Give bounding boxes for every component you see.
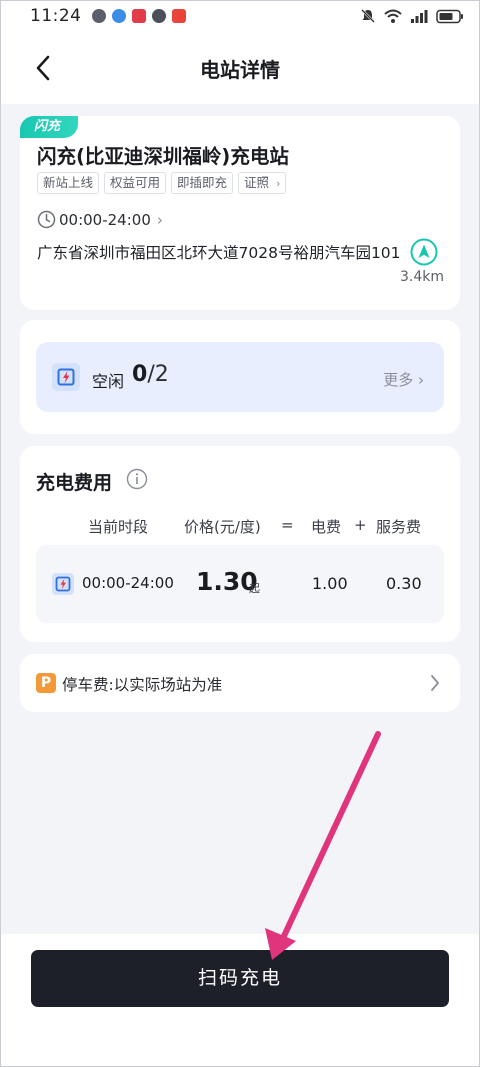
tag-plug-and-charge: 即插即充 bbox=[171, 172, 234, 194]
header-plus: + bbox=[354, 516, 367, 534]
nav-header: 电站详情 bbox=[0, 32, 480, 104]
navigate-button[interactable] bbox=[410, 238, 438, 266]
parking-icon: P bbox=[36, 673, 56, 693]
mute-bell-icon bbox=[361, 9, 375, 23]
availability-card: 空闲 0/2 更多 › bbox=[20, 320, 460, 434]
wifi-icon bbox=[384, 9, 402, 23]
fee-table-row: 00:00-24:00 1.30 起 1.00 0.30 bbox=[36, 545, 444, 623]
availability-panel[interactable]: 空闲 0/2 更多 › bbox=[36, 342, 444, 412]
flash-charge-badge: 闪充 bbox=[20, 116, 79, 138]
chevron-right-icon: › bbox=[276, 177, 281, 190]
charging-fee-card: 充电费用 当前时段 价格(元/度) = 电费 + 服务费 00:00-24:00… bbox=[20, 446, 460, 642]
header-price: 价格(元/度) bbox=[184, 518, 261, 536]
charger-icon bbox=[52, 573, 74, 595]
header-equals: = bbox=[281, 516, 294, 534]
availability-count: 0/2 bbox=[132, 362, 169, 387]
station-distance: 3.4km bbox=[399, 269, 444, 285]
signal-icon bbox=[411, 9, 428, 23]
opening-hours[interactable]: 00:00-24:00 › bbox=[37, 210, 163, 229]
station-name: 闪充(比亚迪深圳福岭)充电站 bbox=[37, 145, 289, 168]
fee-price-suffix: 起 bbox=[249, 582, 260, 595]
station-tags: 新站上线 权益可用 即插即充 证照 › bbox=[37, 172, 287, 194]
fee-service: 0.30 bbox=[386, 574, 422, 593]
header-period: 当前时段 bbox=[88, 518, 149, 536]
chevron-right-icon bbox=[431, 675, 440, 691]
chevron-right-icon: › bbox=[418, 371, 424, 389]
parking-fee-row[interactable]: P 停车费:以实际场站为准 bbox=[20, 654, 460, 712]
status-bar: 11:24 bbox=[0, 0, 480, 32]
chat-bubble-icon bbox=[91, 9, 106, 23]
fee-table-header: 当前时段 价格(元/度) = 电费 + 服务费 bbox=[20, 516, 460, 536]
chevron-right-icon: › bbox=[156, 210, 163, 229]
info-icon[interactable] bbox=[126, 468, 148, 490]
tag-benefits: 权益可用 bbox=[104, 172, 167, 194]
bottom-action-bar: 扫码充电 bbox=[0, 934, 480, 1067]
charger-icon bbox=[52, 363, 80, 391]
station-address: 广东省深圳市福田区北环大道7028号裕朋汽车园101 bbox=[37, 244, 401, 262]
tag-license-label: 证照 bbox=[244, 175, 270, 190]
opening-hours-text: 00:00-24:00 bbox=[59, 210, 151, 229]
status-time: 11:24 bbox=[30, 6, 82, 26]
more-button[interactable]: 更多 › bbox=[383, 369, 424, 390]
station-info-card: 闪充 闪充(比亚迪深圳福岭)充电站 新站上线 权益可用 即插即充 证照 › 00… bbox=[20, 116, 460, 310]
tag-license[interactable]: 证照 › bbox=[238, 172, 287, 194]
clock-icon bbox=[37, 210, 56, 229]
availability-label: 空闲 bbox=[92, 372, 125, 391]
fee-electricity: 1.00 bbox=[312, 574, 348, 593]
parking-fee-text: 停车费:以实际场站为准 bbox=[62, 676, 223, 694]
badge-app-icon bbox=[131, 9, 146, 23]
fee-title: 充电费用 bbox=[36, 472, 113, 494]
header-electricity: 电费 bbox=[311, 518, 342, 536]
battery-icon bbox=[436, 9, 463, 23]
navigation-arrow-icon bbox=[410, 238, 438, 266]
red-app-icon bbox=[171, 9, 186, 23]
system-status-icons bbox=[360, 8, 464, 24]
header-service: 服务费 bbox=[376, 518, 422, 536]
browser-globe-icon bbox=[111, 9, 126, 23]
tag-new-station: 新站上线 bbox=[37, 172, 100, 194]
page-title: 电站详情 bbox=[200, 58, 280, 82]
wechat-icon bbox=[151, 9, 166, 23]
fee-period: 00:00-24:00 bbox=[82, 574, 174, 592]
scan-to-charge-button[interactable]: 扫码充电 bbox=[31, 950, 449, 1007]
